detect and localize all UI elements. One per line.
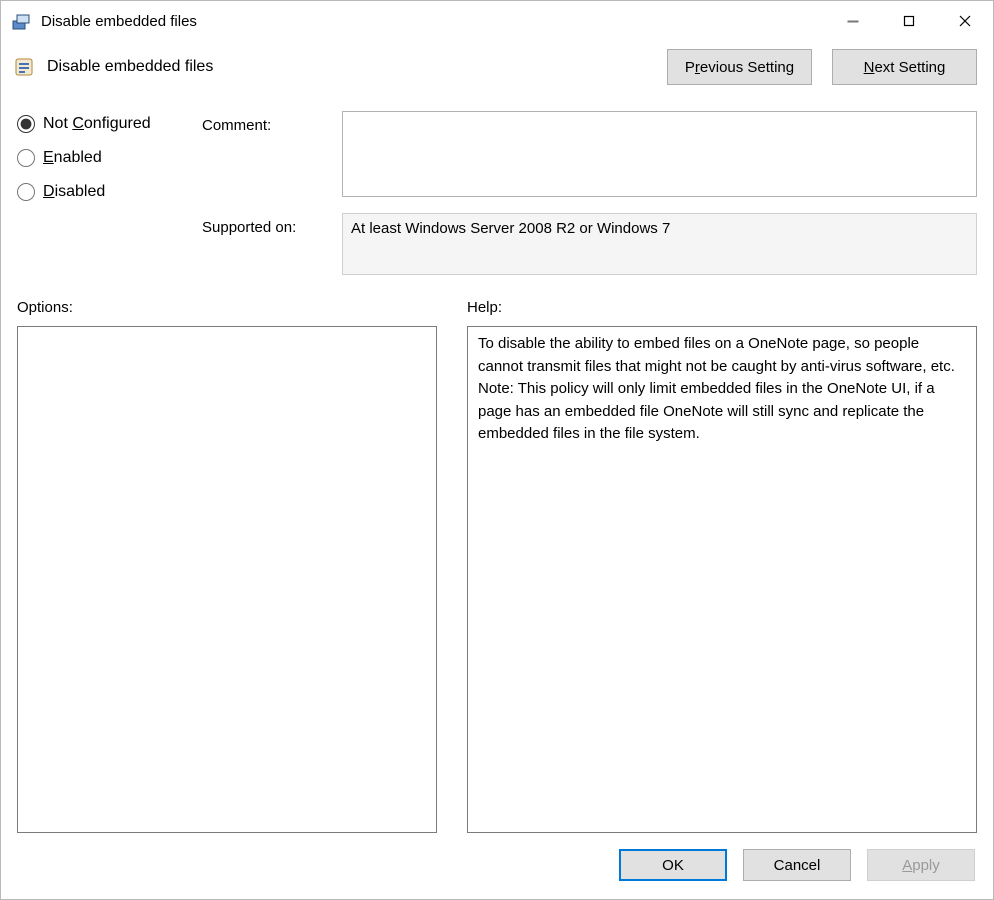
policy-icon xyxy=(13,56,35,78)
close-button[interactable] xyxy=(937,1,993,41)
radio-not-configured-input[interactable] xyxy=(17,115,35,133)
help-label: Help: xyxy=(467,299,977,316)
next-setting-button[interactable]: Next Setting xyxy=(832,49,977,85)
maximize-button[interactable] xyxy=(881,1,937,41)
titlebar: Disable embedded files xyxy=(1,1,993,41)
state-radio-group: Not Configured Enabled Disabled xyxy=(17,111,192,201)
comment-label: Comment: xyxy=(202,111,332,134)
lower-section: Options: Help: To disable the ability to… xyxy=(1,285,993,833)
radio-not-configured[interactable]: Not Configured xyxy=(17,115,192,133)
radio-enabled-label: Enabled xyxy=(43,149,102,167)
window-title: Disable embedded files xyxy=(41,13,825,30)
policy-dialog-window: Disable embedded files Disable embedded … xyxy=(0,0,994,900)
radio-not-configured-label: Not Configured xyxy=(43,115,151,133)
options-panel xyxy=(17,326,437,833)
supported-on-label: Supported on: xyxy=(202,213,332,236)
help-panel: To disable the ability to embed files on… xyxy=(467,326,977,833)
policy-name: Disable embedded files xyxy=(47,58,213,76)
supported-on-value: At least Windows Server 2008 R2 or Windo… xyxy=(342,213,977,275)
dialog-button-bar: OK Cancel Apply xyxy=(1,833,993,899)
options-label: Options: xyxy=(17,299,437,316)
app-icon xyxy=(11,11,31,31)
radio-disabled-label: Disabled xyxy=(43,183,105,201)
header-row: Disable embedded files Previous Setting … xyxy=(1,41,993,93)
radio-disabled-input[interactable] xyxy=(17,183,35,201)
minimize-button[interactable] xyxy=(825,1,881,41)
radio-enabled-input[interactable] xyxy=(17,149,35,167)
window-controls xyxy=(825,1,993,41)
apply-button[interactable]: Apply xyxy=(867,849,975,881)
config-section: Not Configured Enabled Disabled Comment:… xyxy=(1,93,993,285)
radio-enabled[interactable]: Enabled xyxy=(17,149,192,167)
radio-disabled[interactable]: Disabled xyxy=(17,183,192,201)
comment-input[interactable] xyxy=(342,111,977,197)
previous-setting-button[interactable]: Previous Setting xyxy=(667,49,812,85)
cancel-button[interactable]: Cancel xyxy=(743,849,851,881)
ok-button[interactable]: OK xyxy=(619,849,727,881)
